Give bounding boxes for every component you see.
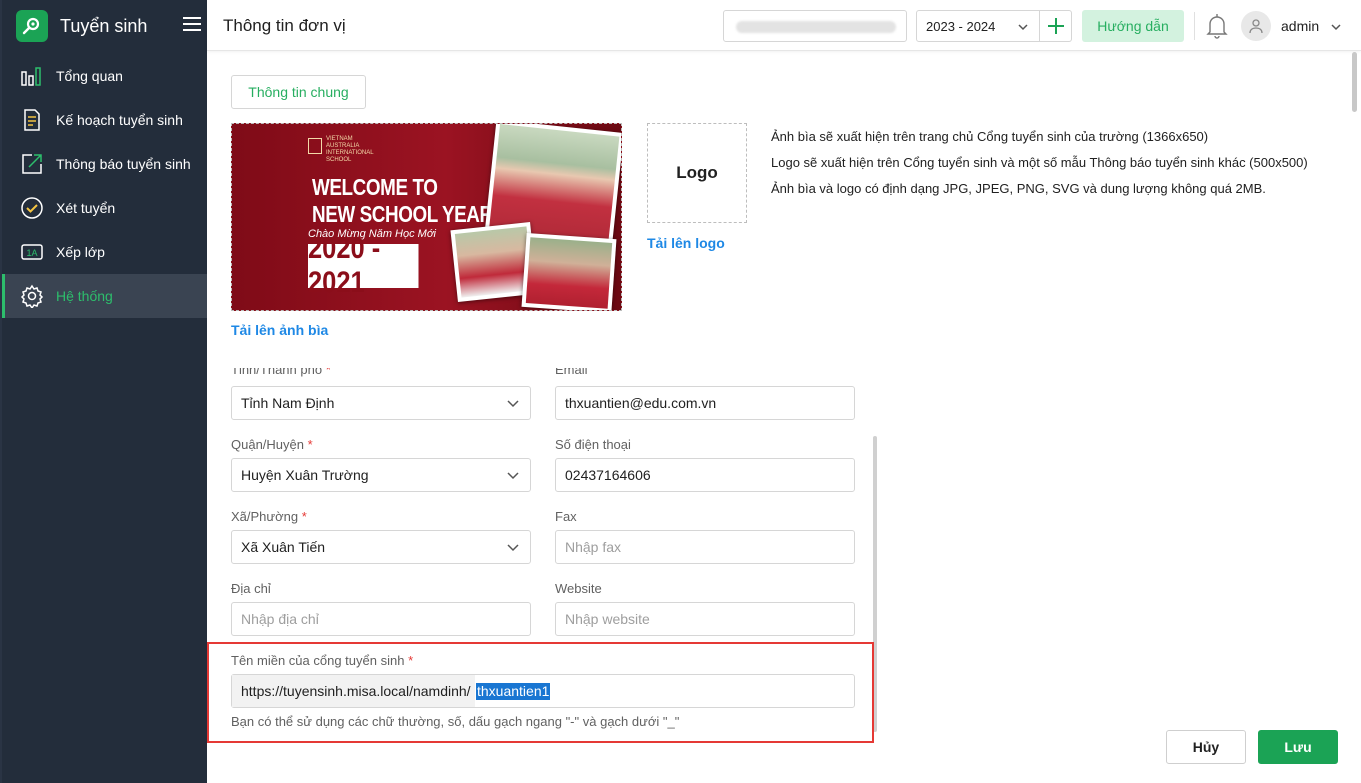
sidebar-item-label: Hệ thống xyxy=(56,288,113,304)
sidebar-item-overview[interactable]: Tổng quan xyxy=(2,54,207,98)
class-badge-text: 1A xyxy=(26,248,37,258)
top-header: Thông tin đơn vị 2023 - 2024 Hướng dẫn a… xyxy=(207,0,1361,51)
logo-placeholder[interactable]: Logo xyxy=(647,123,747,223)
chevron-down-icon xyxy=(506,469,520,485)
page-title: Thông tin đơn vị xyxy=(223,16,346,35)
bell-icon[interactable] xyxy=(1205,13,1229,42)
upload-logo-link[interactable]: Tải lên logo xyxy=(647,235,725,251)
tab-general-info[interactable]: Thông tin chung xyxy=(231,75,366,109)
address-field[interactable]: Nhập địa chỉ xyxy=(231,602,531,636)
sidebar-item-label: Kế hoạch tuyển sinh xyxy=(56,112,183,128)
sidebar-item-admission[interactable]: Xét tuyển xyxy=(2,186,207,230)
avatar[interactable] xyxy=(1241,11,1271,41)
website-label: Website xyxy=(555,581,602,596)
cover-year: 2020 - 2021 xyxy=(308,232,419,299)
image-requirements-notes: Ảnh bìa sẽ xuất hiện trên trang chủ Cổng… xyxy=(771,124,1308,202)
cover-image: VIETNAM AUSTRALIA INTERNATIONAL SCHOOL W… xyxy=(231,123,622,311)
arrow-square-icon xyxy=(20,152,44,176)
check-circle-icon xyxy=(20,196,44,220)
email-label: Email xyxy=(555,368,588,377)
brand[interactable]: Tuyển sinh xyxy=(16,10,206,42)
province-select[interactable]: Tỉnh Nam Định xyxy=(231,386,531,420)
plus-icon xyxy=(1047,18,1064,34)
province-label: Tỉnh/Thành phố * xyxy=(231,368,331,377)
sidebar-item-plan[interactable]: Kế hoạch tuyển sinh xyxy=(2,98,207,142)
sidebar-item-announcement[interactable]: Thông báo tuyển sinh xyxy=(2,142,207,186)
school-year-value: 2023 - 2024 xyxy=(926,18,996,34)
domain-field[interactable]: https://tuyensinh.misa.local/namdinh/ th… xyxy=(231,674,855,708)
chevron-down-icon xyxy=(506,397,520,413)
domain-value[interactable]: thxuantien1 xyxy=(476,683,551,700)
district-select[interactable]: Huyện Xuân Trường xyxy=(231,458,531,492)
school-year-select[interactable]: 2023 - 2024 xyxy=(916,10,1040,42)
gear-icon xyxy=(20,284,44,308)
note-line: Ảnh bìa và logo có định dạng JPG, JPEG, … xyxy=(771,181,1266,196)
school-crest-icon xyxy=(308,138,322,154)
address-label: Địa chỉ xyxy=(231,581,271,596)
cancel-button[interactable]: Hủy xyxy=(1166,730,1246,764)
school-select[interactable] xyxy=(723,10,907,42)
school-name-lines: VIETNAM AUSTRALIA INTERNATIONAL SCHOOL xyxy=(326,136,374,163)
sidebar-item-label: Tổng quan xyxy=(56,68,123,84)
sidebar-item-system[interactable]: Hệ thống xyxy=(2,274,207,318)
sidebar-item-label: Xếp lớp xyxy=(56,244,105,260)
user-icon xyxy=(1249,19,1263,34)
domain-prefix: https://tuyensinh.misa.local/namdinh/ xyxy=(232,675,475,707)
sidebar-item-class[interactable]: 1A Xếp lớp xyxy=(2,230,207,274)
document-list-icon xyxy=(20,108,44,132)
chevron-down-icon xyxy=(1017,21,1029,36)
save-button[interactable]: Lưu xyxy=(1258,730,1338,764)
menu-toggle-icon[interactable] xyxy=(183,17,201,31)
cover-photo-small-2 xyxy=(521,232,617,310)
email-field[interactable]: thxuantien@edu.com.vn xyxy=(555,386,855,420)
sidebar: Tuyển sinh Tổng quan Kế hoạch tuyển sinh… xyxy=(0,0,207,783)
website-field[interactable]: Nhập website xyxy=(555,602,855,636)
ward-select[interactable]: Xã Xuân Tiến xyxy=(231,530,531,564)
user-name[interactable]: admin xyxy=(1281,18,1319,34)
class-1a-icon: 1A xyxy=(20,240,44,264)
sidebar-nav: Tổng quan Kế hoạch tuyển sinh Thông báo … xyxy=(2,54,207,318)
cover-welcome-text: WELCOME TO NEW SCHOOL YEAR xyxy=(312,174,493,227)
page-scrollbar[interactable] xyxy=(1352,52,1357,112)
chevron-down-icon xyxy=(506,541,520,557)
fax-label: Fax xyxy=(555,509,577,524)
phone-label: Số điện thoại xyxy=(555,437,631,452)
guide-button[interactable]: Hướng dẫn xyxy=(1082,10,1184,42)
sidebar-item-label: Xét tuyển xyxy=(56,200,116,216)
chevron-down-icon[interactable] xyxy=(1330,20,1342,36)
ward-label: Xã/Phường * xyxy=(231,509,307,524)
blurred-school-name xyxy=(736,21,896,33)
district-label: Quận/Huyện * xyxy=(231,437,313,452)
note-line: Logo sẽ xuất hiện trên Cổng tuyển sinh v… xyxy=(771,155,1308,170)
brand-logo-icon xyxy=(16,10,48,42)
fax-field[interactable]: Nhập fax xyxy=(555,530,855,564)
note-line: Ảnh bìa sẽ xuất hiện trên trang chủ Cổng… xyxy=(771,129,1209,144)
sidebar-item-label: Thông báo tuyển sinh xyxy=(56,156,191,172)
header-divider xyxy=(1194,12,1195,40)
app-name: Tuyển sinh xyxy=(60,15,148,36)
bar-chart-icon xyxy=(20,64,44,88)
upload-cover-link[interactable]: Tải lên ảnh bìa xyxy=(231,322,328,338)
phone-field[interactable]: 02437164606 xyxy=(555,458,855,492)
add-year-button[interactable] xyxy=(1040,10,1072,42)
domain-hint: Bạn có thể sử dụng các chữ thường, số, d… xyxy=(231,714,680,729)
